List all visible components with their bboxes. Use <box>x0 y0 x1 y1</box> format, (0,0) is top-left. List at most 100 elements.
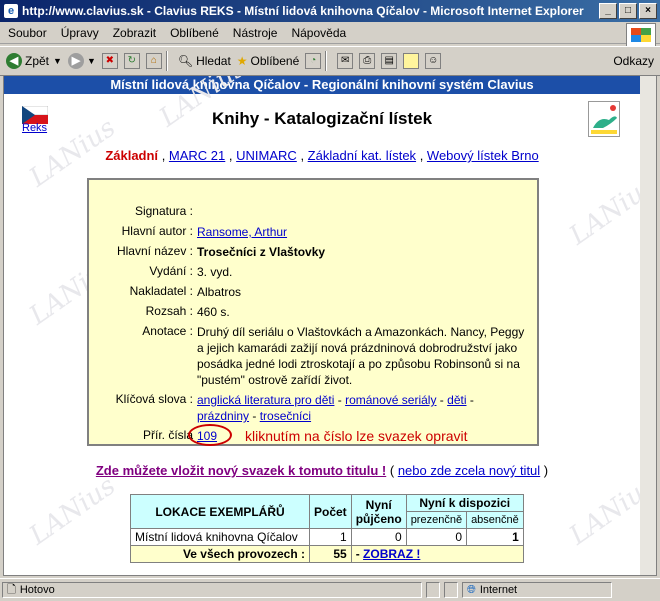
add-volume-link[interactable]: Zde můžete vložit nový svazek k tomuto t… <box>96 463 386 478</box>
chevron-down-icon: ▼ <box>53 56 62 66</box>
nazev-label: Hlavní název : <box>116 244 193 258</box>
autor-link[interactable]: Ransome, Arthur <box>197 225 287 239</box>
menu-oblibene[interactable]: Oblíbené <box>170 26 219 40</box>
col-header-dispozici: Nyní k dispozici <box>405 494 524 512</box>
back-label: Zpět <box>25 54 50 68</box>
windows-logo-icon <box>626 23 656 47</box>
forward-arrow-icon: ▶ <box>67 53 84 69</box>
table-row: Místní lidová knihovna Qíčalov 1 0 0 1 <box>130 528 524 546</box>
status-cell <box>444 582 458 598</box>
keyword-link[interactable]: děti <box>447 393 466 407</box>
messenger-icon[interactable]: ☺ <box>425 53 442 69</box>
status-bar: 🗋 Hotovo 🌐︎ Internet <box>0 578 660 601</box>
cell-pocet: 1 <box>309 528 352 546</box>
total-value: 55 <box>309 545 352 563</box>
anotace-label: Anotace : <box>142 324 193 338</box>
keyword-link[interactable]: anglická literatura pro děti <box>197 393 334 407</box>
tab-zakladni: Základní <box>105 148 159 163</box>
edit-hint: kliknutím na číslo lze svazek opravit <box>245 428 468 444</box>
search-button[interactable]: 🔍︎ Hledat <box>178 54 231 68</box>
catalog-card: Signatura : Hlavní autor : Ransome, Arth… <box>87 178 539 446</box>
window-title: http://www.clavius.sk - Clavius REKS - M… <box>22 4 584 18</box>
refresh-icon[interactable]: ↻ <box>123 53 140 69</box>
keyword-link[interactable]: románové seriály <box>345 393 436 407</box>
stop-icon[interactable]: ✖ <box>101 53 118 69</box>
table-total-row: Ve všech provozech : 55 - ZOBRAZ ! <box>130 545 524 563</box>
add-new-title-link[interactable]: nebo zde zcela nový titul <box>398 463 540 478</box>
highlight-ellipse <box>188 424 232 446</box>
tab-zakladni-kat-listek[interactable]: Základní kat. lístek <box>308 148 416 163</box>
search-icon: 🔍︎ <box>177 54 194 68</box>
print-icon[interactable]: ⎙ <box>359 53 376 69</box>
menu-upravy[interactable]: Úpravy <box>61 26 99 40</box>
status-zone: 🌐︎ Internet <box>462 582 612 598</box>
history-icon[interactable]: ◔ <box>305 53 322 69</box>
back-button[interactable]: ◀ Zpět ▼ <box>6 53 62 69</box>
menu-napoveda[interactable]: Nápověda <box>291 26 346 40</box>
cell-location: Místní lidová knihovna Qíčalov <box>130 528 310 546</box>
copies-table: LOKACE EXEMPLÁŘŮ Počet Nyní půjčeno Nyní… <box>130 494 524 563</box>
page-banner: Místní lidová knihovna Qíčalov - Regioná… <box>4 76 640 94</box>
nakladatel-label: Nakladatel : <box>129 284 193 298</box>
links-label[interactable]: Odkazy <box>613 54 654 68</box>
toolbar-separator <box>165 51 168 71</box>
col-header-lokace: LOKACE EXEMPLÁŘŮ <box>130 494 310 529</box>
globe-icon: 🌐︎ <box>467 583 476 596</box>
note-icon[interactable] <box>403 53 420 69</box>
vertical-scrollbar[interactable] <box>640 76 656 575</box>
tab-webovy-listek-brno[interactable]: Webový lístek Brno <box>427 148 539 163</box>
prir-cisla-label: Přír. čísla <box>142 428 193 442</box>
zobraz-link[interactable]: ZOBRAZ ! <box>363 547 420 561</box>
mail-icon[interactable]: ✉ <box>337 53 354 69</box>
status-cell <box>426 582 440 598</box>
chevron-down-icon: ▼ <box>86 56 96 66</box>
col-header-absencne: absenčně <box>466 511 524 529</box>
menu-soubor[interactable]: Soubor <box>8 26 47 40</box>
keyword-link[interactable]: trosečníci <box>260 409 311 423</box>
zobraz-prefix: - <box>355 547 364 561</box>
klicova-slova-label: Klíčová slova : <box>115 392 193 406</box>
total-label: Ve všech provozech : <box>130 545 310 563</box>
maximize-button[interactable]: □ <box>619 3 637 19</box>
cell-prezencne: 0 <box>405 528 468 546</box>
close-button[interactable]: × <box>639 3 657 19</box>
cell-absencne: 1 <box>466 528 524 546</box>
nakladatel-value: Albatros <box>197 285 242 299</box>
view-tabs: Základní , MARC 21 , UNIMARC , Základní … <box>105 148 539 163</box>
menu-bar: Soubor Úpravy Zobrazit Oblíbené Nástroje… <box>0 23 660 44</box>
forward-button[interactable]: ▶ ▼ <box>67 53 96 69</box>
search-label: Hledat <box>196 54 231 68</box>
tab-marc21[interactable]: MARC 21 <box>169 148 225 163</box>
anotace-value: Druhý díl seriálu o Vlaštovkách a Amazon… <box>197 325 525 387</box>
rozsah-label: Rozsah : <box>145 304 193 318</box>
rozsah-value: 460 s. <box>197 305 230 319</box>
page-icon: 🗋 <box>7 583 16 596</box>
home-icon[interactable]: ⌂ <box>145 53 162 69</box>
watermark-text: LANius <box>24 470 122 552</box>
page-content: Místní lidová knihovna Qíčalov - Regioná… <box>3 75 657 576</box>
title-bar: e http://www.clavius.sk - Clavius REKS -… <box>0 0 660 22</box>
toolbar-separator <box>325 51 328 71</box>
ie-icon: e <box>4 4 18 18</box>
back-arrow-icon: ◀ <box>6 53 22 69</box>
col-header-pocet: Počet <box>309 494 352 529</box>
nazev-value: Trosečníci z Vlaštovky <box>197 245 326 259</box>
add-links: Zde můžete vložit nový svazek k tomuto t… <box>95 463 549 478</box>
minimize-button[interactable]: _ <box>599 3 617 19</box>
status-text: Hotovo <box>19 584 55 596</box>
autor-label: Hlavní autor : <box>121 224 193 238</box>
vydani-label: Vydání : <box>149 264 193 278</box>
tab-unimarc[interactable]: UNIMARC <box>236 148 297 163</box>
cell-pujceno: 0 <box>350 528 407 546</box>
signatura-label: Signatura : <box>134 204 193 218</box>
vydani-value: 3. vyd. <box>197 265 233 279</box>
page-title: Knihy - Katalogizační lístek <box>211 109 433 128</box>
favorites-button[interactable]: ★ Oblíbené <box>237 54 299 68</box>
toolbar: ◀ Zpět ▼ ▶ ▼ ✖ ↻ ⌂ 🔍︎ Hledat ★ Oblíbené … <box>0 46 660 76</box>
edit-icon[interactable]: ▤ <box>381 53 398 69</box>
menu-zobrazit[interactable]: Zobrazit <box>113 26 156 40</box>
keyword-link[interactable]: prázdniny <box>197 409 249 423</box>
star-icon: ★ <box>236 54 248 68</box>
menu-nastroje[interactable]: Nástroje <box>233 26 278 40</box>
zone-text: Internet <box>479 584 518 596</box>
